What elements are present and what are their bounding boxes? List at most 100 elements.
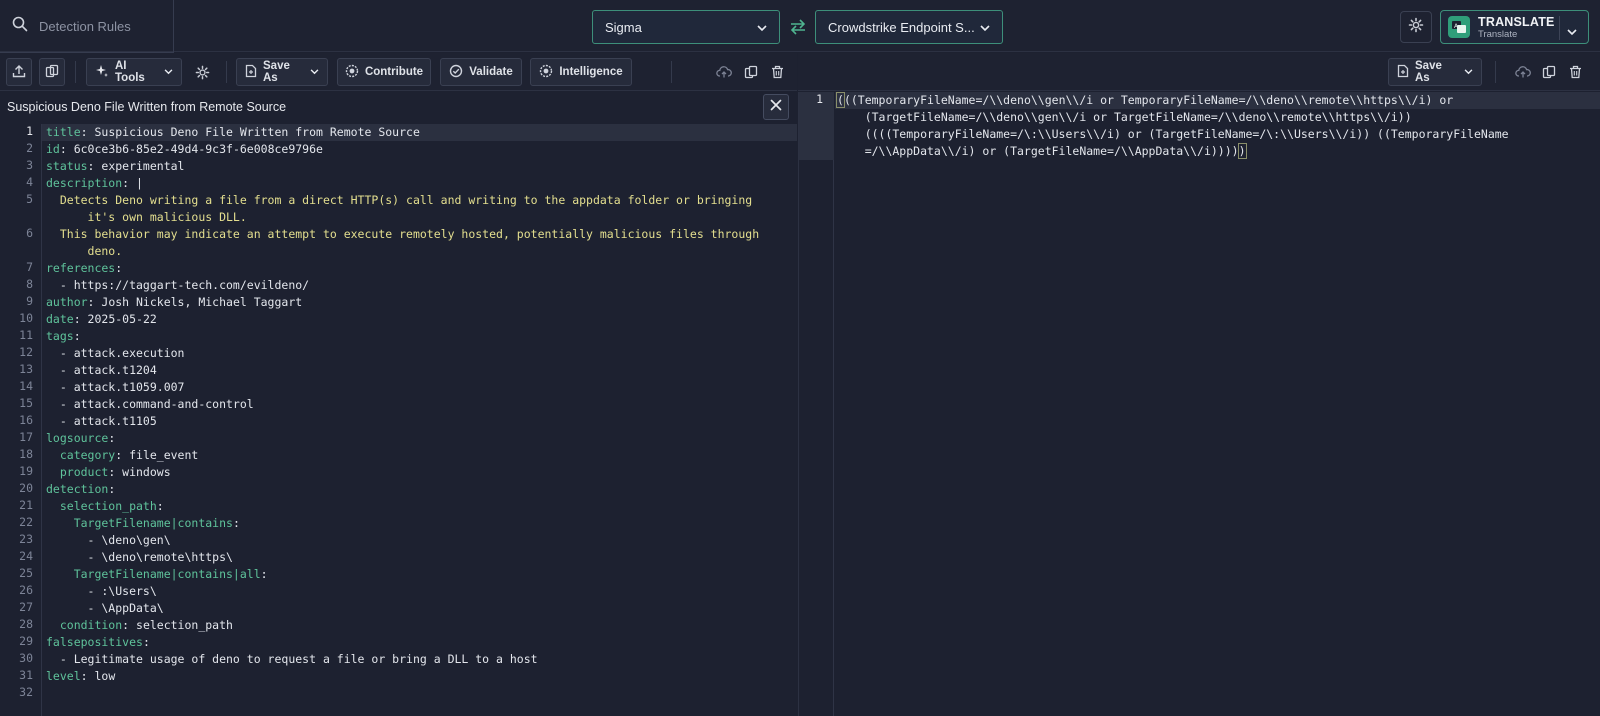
- query-line: (((TemporaryFileName=/\\deno\\gen\\/i or…: [836, 92, 1454, 109]
- trash-icon[interactable]: [1566, 63, 1584, 81]
- file-icon: [245, 64, 257, 81]
- gear-icon[interactable]: [193, 63, 211, 81]
- line-number: 15: [19, 396, 33, 410]
- yaml-value: :: [232, 516, 240, 530]
- yaml-value: :: [108, 431, 116, 445]
- code-line: - attack.t1059.007: [46, 380, 185, 394]
- code-line: author: Josh Nickels, Michael Taggart: [46, 294, 302, 311]
- upload-button[interactable]: [6, 58, 32, 86]
- settings-button[interactable]: [1400, 11, 1432, 43]
- code-line: - attack.t1105: [46, 414, 157, 428]
- chevron-down-icon: [164, 66, 173, 78]
- divider: [1559, 16, 1560, 40]
- query-text: ((TemporaryFileName=/\\deno\\gen\\/i or …: [843, 93, 1454, 107]
- code-line: - \AppData\: [46, 601, 164, 615]
- code-line: - attack.command-and-control: [46, 397, 254, 411]
- duplicate-button[interactable]: [39, 58, 65, 86]
- line-number: 6: [26, 226, 33, 240]
- code-line: - Legitimate usage of deno to request a …: [46, 652, 538, 666]
- yaml-value: :: [108, 482, 116, 496]
- target-language-value: Crowdstrike Endpoint S...: [828, 19, 975, 35]
- translate-button[interactable]: A TRANSLATE Translate: [1440, 10, 1589, 44]
- yaml-value: :: [115, 261, 123, 275]
- code-line: - \deno\remote\https\: [46, 550, 233, 564]
- code-line: falsepositives:: [46, 634, 150, 651]
- yaml-value: : windows: [108, 465, 171, 479]
- yaml-key: date: [46, 312, 74, 326]
- editor-toolbar: AI Tools Save As Contribute Validate Int…: [0, 53, 797, 91]
- code-line: - \deno\gen\: [46, 533, 171, 547]
- copy-icon[interactable]: [1540, 63, 1558, 81]
- line-number: 29: [19, 634, 33, 648]
- top-bar: Detection Rules Sigma Crowdstrike Endpoi…: [0, 0, 1600, 53]
- code-line: - :\Users\: [46, 584, 157, 598]
- line-number: 9: [26, 294, 33, 308]
- chevron-down-icon[interactable]: [1567, 23, 1577, 41]
- chevron-down-icon: [757, 20, 767, 35]
- line-number: 1: [26, 124, 33, 138]
- code-line: - attack.t1204: [46, 363, 157, 377]
- save-as-label: Save As: [263, 60, 290, 84]
- translated-query-editor[interactable]: 1 (((TemporaryFileName=/\\deno\\gen\\/i …: [798, 92, 1600, 716]
- close-button[interactable]: [763, 94, 789, 120]
- cloud-upload-icon[interactable]: [715, 63, 733, 81]
- intelligence-button[interactable]: Intelligence: [530, 58, 632, 86]
- line-number: 20: [19, 481, 33, 495]
- line-number: 1: [816, 92, 823, 106]
- line-number: 16: [19, 413, 33, 427]
- validate-label: Validate: [469, 66, 513, 78]
- divider: [75, 61, 76, 83]
- line-number: 26: [19, 583, 33, 597]
- yaml-value: : Josh Nickels, Michael Taggart: [87, 295, 303, 309]
- translate-label: TRANSLATE: [1478, 14, 1555, 29]
- line-number: 30: [19, 651, 33, 665]
- yaml-key: id: [46, 142, 60, 156]
- line-number: 11: [19, 328, 33, 342]
- line-number: 23: [19, 532, 33, 546]
- line-number: 7: [26, 260, 33, 274]
- trash-icon[interactable]: [768, 63, 786, 81]
- code-line: category: file_event: [46, 447, 199, 464]
- yaml-key: condition: [46, 618, 123, 632]
- line-number: 14: [19, 379, 33, 393]
- yaml-value: : low: [80, 669, 116, 683]
- translate-sublabel: Translate: [1478, 28, 1518, 40]
- sigma-rule-editor[interactable]: 1 2 3 4 5 6 7 8 9 10 11 12 13 14 15 16 1…: [0, 124, 797, 716]
- yaml-value: :: [156, 499, 164, 513]
- line-number: 3: [26, 158, 33, 172]
- ai-tools-dropdown[interactable]: AI Tools: [86, 58, 182, 86]
- close-icon: [770, 98, 782, 116]
- code-line-wrap: it's own malicious DLL.: [46, 210, 247, 224]
- search-box[interactable]: Detection Rules: [0, 0, 174, 53]
- target-language-dropdown[interactable]: Crowdstrike Endpoint S...: [815, 10, 1003, 44]
- gear-icon: [1408, 17, 1424, 38]
- line-number-gutter: 1: [799, 92, 834, 716]
- line-number: 19: [19, 464, 33, 478]
- badge-icon: [345, 64, 359, 81]
- yaml-key: TargetFilename|contains: [46, 516, 233, 530]
- line-number: 27: [19, 600, 33, 614]
- yaml-value: :: [73, 329, 81, 343]
- rule-title: Suspicious Deno File Written from Remote…: [7, 100, 287, 114]
- source-language-dropdown[interactable]: Sigma: [592, 10, 780, 44]
- line-number: 13: [19, 362, 33, 376]
- code-line: title: Suspicious Deno File Written from…: [46, 124, 420, 141]
- search-input[interactable]: Detection Rules: [39, 19, 131, 34]
- chevron-down-icon: [1464, 66, 1473, 78]
- output-save-as-dropdown[interactable]: Save As: [1388, 58, 1482, 86]
- swap-icon[interactable]: [788, 17, 808, 42]
- contribute-button[interactable]: Contribute: [337, 58, 431, 86]
- line-number: 24: [19, 549, 33, 563]
- copy-icon[interactable]: [742, 63, 760, 81]
- line-number: 4: [26, 175, 33, 189]
- upload-icon: [12, 64, 26, 81]
- bracket-match: (: [836, 92, 845, 108]
- contribute-label: Contribute: [364, 66, 424, 78]
- yaml-value: : 2025-05-22: [73, 312, 157, 326]
- cloud-upload-icon[interactable]: [1514, 63, 1532, 81]
- validate-button[interactable]: Validate: [440, 58, 522, 86]
- save-as-dropdown[interactable]: Save As: [236, 58, 328, 86]
- code-line: description: |: [46, 175, 143, 192]
- yaml-key: detection: [46, 482, 109, 496]
- divider: [1495, 61, 1496, 83]
